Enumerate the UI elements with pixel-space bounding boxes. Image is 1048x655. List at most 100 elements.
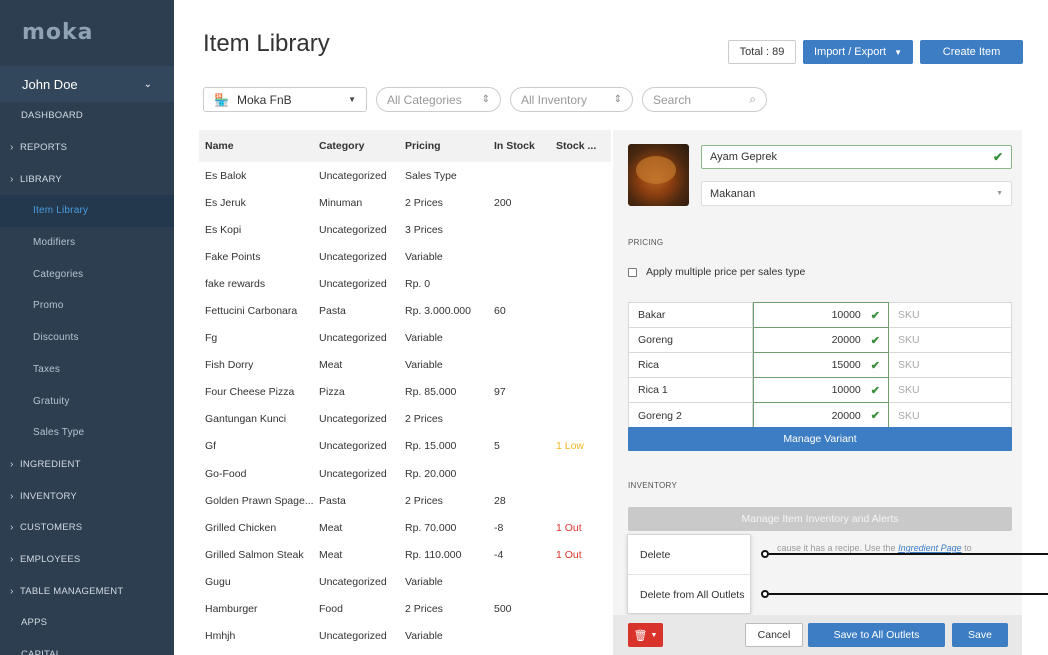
table-cell: Four Cheese Pizza — [205, 386, 295, 399]
checkbox[interactable] — [628, 267, 637, 277]
delete-all-outlets-menu-item[interactable]: Delete from All Outlets — [628, 575, 750, 615]
search-input[interactable]: Search ⌕ — [642, 87, 767, 112]
caret-down-icon: ▼ — [894, 47, 903, 57]
manage-inventory-button[interactable]: Manage Item Inventory and Alerts — [628, 507, 1012, 531]
table-row[interactable]: Go-Food Uncategorized Rp. 20.000 — [199, 460, 611, 487]
sidebar-item-table-management[interactable]: › TABLE MANAGEMENT — [0, 575, 174, 607]
table-row[interactable]: Es Kopi Uncategorized 3 Prices — [199, 216, 611, 243]
table-cell: 500 — [494, 603, 512, 616]
sidebar-item-customers[interactable]: › CUSTOMERS — [0, 512, 174, 544]
variant-price-input[interactable]: 10000 ✔ — [753, 302, 889, 328]
manage-variant-button[interactable]: Manage Variant — [628, 427, 1012, 451]
table-cell: Rp. 0 — [405, 277, 431, 290]
table-cell: Golden Prawn Spage... — [205, 494, 314, 507]
check-icon: ✔ — [870, 410, 880, 422]
table-row[interactable]: Es Balok Uncategorized Sales Type — [199, 162, 611, 189]
apply-multi-price-label: Apply multiple price per sales type — [646, 266, 806, 278]
sidebar-item-ingredient[interactable]: › INGREDIENT — [0, 449, 174, 481]
variant-price-value: 10000 — [831, 384, 861, 396]
variant-sku-input[interactable]: SKU — [889, 378, 1011, 402]
check-icon: ✔ — [870, 384, 880, 397]
ingredient-page-link[interactable]: Ingredient Page — [898, 543, 962, 553]
user-name: John Doe — [22, 76, 78, 92]
category-filter[interactable]: All Categories ⇕ — [376, 87, 501, 112]
sidebar-item-categories[interactable]: Categories — [0, 258, 174, 290]
sidebar-item-dashboard[interactable]: DASHBOARD — [0, 100, 174, 132]
apply-multi-price-checkbox[interactable]: Apply multiple price per sales type — [628, 266, 805, 278]
sidebar-item-inventory[interactable]: › INVENTORY — [0, 480, 174, 512]
variant-price-input[interactable]: 15000 ✔ — [753, 352, 889, 378]
sidebar-item-taxes[interactable]: Taxes — [0, 354, 174, 386]
sidebar-item-label: REPORTS — [20, 142, 68, 154]
table-row[interactable]: fake rewards Uncategorized Rp. 0 — [199, 270, 611, 297]
item-image[interactable] — [628, 144, 689, 206]
cancel-button[interactable]: Cancel — [745, 623, 803, 647]
table-cell: Variable — [405, 575, 443, 588]
sidebar-item-label: INVENTORY — [20, 490, 77, 502]
store-icon: 🏪 — [214, 92, 229, 107]
column-header[interactable]: In Stock — [494, 140, 556, 152]
sidebar-item-gratuity[interactable]: Gratuity — [0, 385, 174, 417]
sidebar-item-library[interactable]: › LIBRARY — [0, 163, 174, 195]
table-row[interactable]: Fake Points Uncategorized Variable — [199, 243, 611, 270]
variant-name-input[interactable]: Goreng — [629, 328, 753, 352]
outlet-select[interactable]: 🏪 Moka FnB ▼ — [203, 87, 367, 112]
column-header[interactable]: Pricing — [405, 140, 494, 152]
table-row[interactable]: Fish Dorry Meat Variable — [199, 352, 611, 379]
moka-logo: moka — [22, 20, 94, 45]
sidebar-item-capital[interactable]: CAPITAL — [0, 639, 174, 655]
variant-sku-input[interactable]: SKU — [889, 353, 1011, 377]
table-row[interactable]: Hamburger Food 2 Prices 500 — [199, 596, 611, 623]
table-row[interactable]: Hmhjh Uncategorized Variable — [199, 623, 611, 650]
chevron-right-icon: › — [10, 490, 14, 502]
caret-down-icon: ▼ — [996, 190, 1003, 197]
sidebar-item-promo[interactable]: Promo — [0, 290, 174, 322]
variant-name-input[interactable]: Bakar — [629, 303, 753, 327]
delete-dropdown-button[interactable]: 🗑 ▼ — [628, 623, 663, 647]
table-cell: 2 Prices — [405, 413, 443, 426]
variant-price-input[interactable]: 20000 ✔ — [753, 327, 889, 353]
variant-name-input[interactable]: Rica 1 — [629, 378, 753, 402]
table-row[interactable]: Grilled Salmon Steak Meat Rp. 110.000 -4 1 O… — [199, 541, 611, 568]
sidebar-item-reports[interactable]: › REPORTS — [0, 132, 174, 164]
variant-name-input[interactable]: Goreng 2 — [629, 403, 753, 428]
table-row[interactable]: Four Cheese Pizza Pizza Rp. 85.000 97 — [199, 379, 611, 406]
table-row[interactable]: Gugu Uncategorized Variable — [199, 568, 611, 595]
item-category-select[interactable]: Makanan ▼ — [701, 181, 1012, 206]
create-item-button[interactable]: Create Item — [920, 40, 1023, 64]
column-header[interactable]: Name — [199, 140, 319, 152]
table-row[interactable]: Fg Uncategorized Variable — [199, 325, 611, 352]
sidebar-item-item-library[interactable]: Item Library — [0, 195, 174, 227]
category-filter-value: All Categories — [387, 92, 462, 107]
user-menu[interactable]: John Doe ⌄ — [0, 66, 174, 102]
table-row[interactable]: Gf Uncategorized Rp. 15.000 5 1 Low — [199, 433, 611, 460]
table-row[interactable]: Grilled Chicken Meat Rp. 70.000 -8 1 Out — [199, 514, 611, 541]
item-name-input[interactable]: Ayam Geprek ✔ — [701, 145, 1012, 169]
check-icon: ✔ — [870, 334, 880, 347]
table-row[interactable]: Fettucini Carbonara Pasta Rp. 3.000.000 60 — [199, 297, 611, 324]
variant-sku-input[interactable]: SKU — [889, 328, 1011, 352]
variant-name-input[interactable]: Rica — [629, 353, 753, 377]
variant-sku-input[interactable]: SKU — [889, 303, 1011, 327]
item-name-value: Ayam Geprek — [710, 151, 778, 163]
table-row[interactable]: Golden Prawn Spage... Pasta 2 Prices 28 — [199, 487, 611, 514]
column-header[interactable]: Stock ... — [556, 140, 611, 152]
variant-price-input[interactable]: 20000 ✔ — [753, 402, 889, 429]
sidebar-item-apps[interactable]: APPS — [0, 607, 174, 639]
caret-down-icon: ▼ — [348, 95, 356, 104]
delete-menu-item[interactable]: Delete — [628, 535, 750, 575]
save-all-outlets-button[interactable]: Save to All Outlets — [808, 623, 945, 647]
sidebar-item-sales-type[interactable]: Sales Type — [0, 417, 174, 449]
variant-price-input[interactable]: 10000 ✔ — [753, 377, 889, 403]
table-row[interactable]: Gantungan Kunci Uncategorized 2 Prices — [199, 406, 611, 433]
column-header[interactable]: Category — [319, 140, 405, 152]
table-row[interactable]: Es Jeruk Minuman 2 Prices 200 — [199, 189, 611, 216]
sidebar-item-discounts[interactable]: Discounts — [0, 322, 174, 354]
import-export-button[interactable]: Import / Export ▼ — [803, 40, 913, 64]
sidebar-item-employees[interactable]: › EMPLOYEES — [0, 544, 174, 576]
sidebar-item-modifiers[interactable]: Modifiers — [0, 227, 174, 259]
variant-sku-input[interactable]: SKU — [889, 403, 1011, 428]
save-button[interactable]: Save — [952, 623, 1008, 647]
inventory-filter[interactable]: All Inventory ⇕ — [510, 87, 633, 112]
variant-price-table: Bakar 10000 ✔ SKU Goreng 20000 ✔ SKU Rica 15000 ✔ S… — [628, 302, 1012, 429]
